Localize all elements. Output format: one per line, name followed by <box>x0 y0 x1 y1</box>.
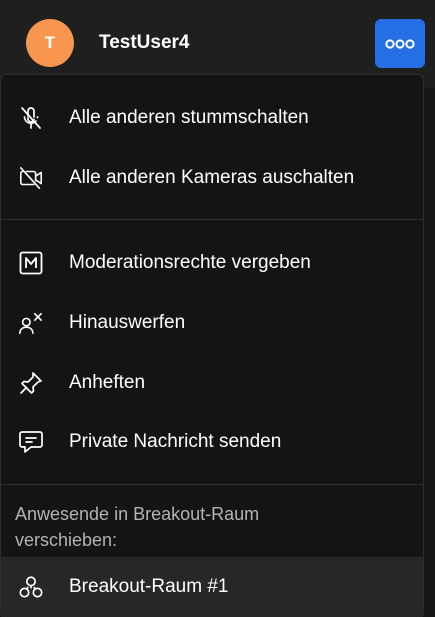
menu-divider <box>1 219 423 220</box>
breakout-room-item[interactable]: Breakout-Raum #1 <box>1 557 423 617</box>
avatar-initial: T <box>44 33 56 52</box>
menu-divider <box>1 484 423 485</box>
pin-icon <box>18 370 44 396</box>
grant-moderator-item[interactable]: Moderationsrechte vergeben <box>1 233 423 293</box>
mute-everyone-else-item[interactable]: Alle anderen stummschalten <box>1 88 423 148</box>
moderator-m-icon <box>18 250 44 276</box>
pin-participant-item[interactable]: Anheften <box>1 353 423 413</box>
avatar: T <box>26 19 74 67</box>
menu-item-label: Breakout-Raum #1 <box>69 576 229 597</box>
participant-context-menu: Alle anderen stummschalten Alle anderen … <box>0 74 424 617</box>
disable-all-cameras-item[interactable]: Alle anderen Kameras auschalten <box>1 148 423 208</box>
camera-off-icon <box>18 165 44 191</box>
breakout-section-label: Anwesende in Breakout-Raum verschieben: <box>15 504 260 550</box>
private-message-item[interactable]: Private Nachricht senden <box>1 412 423 472</box>
kick-participant-item[interactable]: Hinauswerfen <box>1 293 423 353</box>
kick-user-icon <box>18 310 44 336</box>
menu-item-label: Moderationsrechte vergeben <box>69 252 311 273</box>
more-horizontal-icon <box>385 38 415 49</box>
menu-item-label: Alle anderen stummschalten <box>69 107 309 128</box>
menu-item-label: Hinauswerfen <box>69 312 186 333</box>
more-options-button[interactable] <box>375 19 425 68</box>
participant-name: TestUser4 <box>99 32 190 53</box>
microphone-off-icon <box>18 105 44 131</box>
breakout-room-icon <box>18 574 44 600</box>
menu-item-label: Alle anderen Kameras auschalten <box>69 167 355 188</box>
message-icon <box>18 429 44 455</box>
menu-item-label: Anheften <box>69 372 146 393</box>
menu-item-label: Private Nachricht senden <box>69 431 282 452</box>
